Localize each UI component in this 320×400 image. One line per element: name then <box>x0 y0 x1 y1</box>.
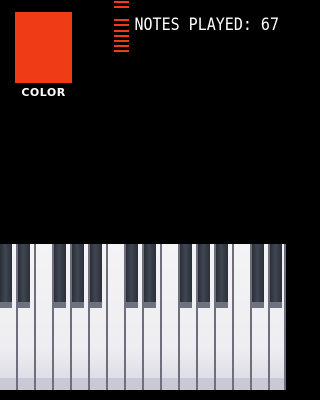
level-bar <box>114 24 129 26</box>
black-key[interactable] <box>54 244 66 308</box>
black-key[interactable] <box>270 244 282 308</box>
black-key[interactable] <box>18 244 30 308</box>
white-key[interactable] <box>36 244 54 390</box>
level-bar <box>114 45 129 47</box>
level-bar <box>114 50 129 52</box>
level-bar <box>114 40 129 42</box>
color-label: COLOR <box>21 86 66 99</box>
black-key[interactable] <box>126 244 138 308</box>
black-key[interactable] <box>144 244 156 308</box>
level-bar <box>114 19 129 21</box>
black-key[interactable] <box>72 244 84 308</box>
black-key[interactable] <box>198 244 210 308</box>
level-bar <box>114 30 129 32</box>
black-key[interactable] <box>252 244 264 308</box>
level-meter <box>114 0 129 52</box>
color-swatch <box>15 12 72 83</box>
black-key[interactable] <box>0 244 12 308</box>
level-bar <box>114 1 129 3</box>
notes-played-counter: NOTES PLAYED: 67 <box>134 14 280 35</box>
black-key[interactable] <box>180 244 192 308</box>
white-key[interactable] <box>234 244 252 390</box>
white-key[interactable] <box>162 244 180 390</box>
black-key[interactable] <box>90 244 102 308</box>
piano-keyboard <box>0 244 286 390</box>
white-key[interactable] <box>108 244 126 390</box>
level-bar <box>114 6 129 8</box>
black-key[interactable] <box>216 244 228 308</box>
floor <box>0 390 286 400</box>
level-bar <box>114 35 129 37</box>
